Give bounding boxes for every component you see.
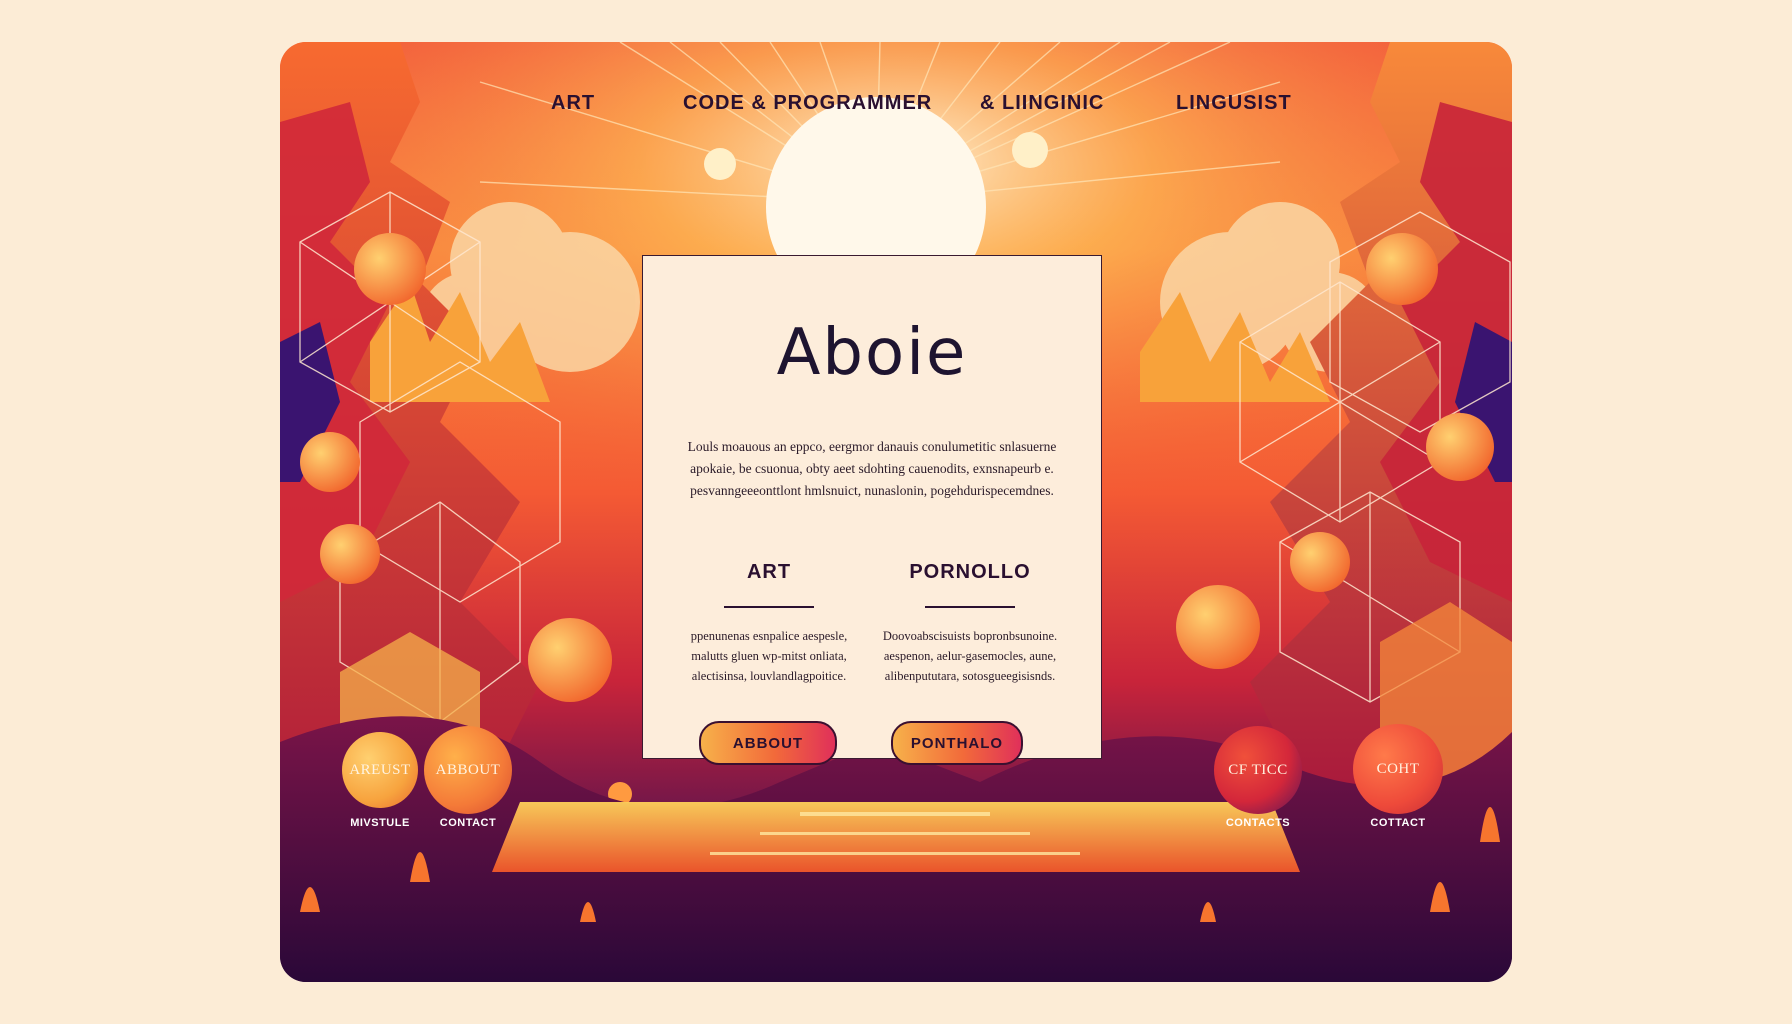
footer-circle-coht[interactable]: COHT [1353, 724, 1443, 814]
footer-circle-cfticc[interactable]: CF TICC [1214, 726, 1302, 814]
footer-circle-abbout[interactable]: ABBOUT [424, 726, 512, 814]
nav-item-art[interactable]: ART [551, 92, 595, 115]
nav-item-code-programmer[interactable]: CODE & PROGRAMMER [683, 92, 932, 115]
hero-frame: ART CODE & PROGRAMMER & LIINGINIC LINGUS… [280, 42, 1512, 982]
page-title: Aboie [776, 316, 968, 390]
about-card: Aboie Louls moauous an eppco, eergmor da… [642, 255, 1102, 765]
footer-circle-areust[interactable]: AREUST [342, 732, 418, 808]
divider [724, 606, 814, 608]
intro-text: Louls moauous an eppco, eergmor danauis … [687, 439, 1057, 498]
footer-caption-contact: CONTACT [439, 817, 497, 829]
art-section: ART ppenunenas esnpalice aespesle, malut… [676, 561, 862, 686]
portfolio-description: Doovoabscisuists bopronbsunoine. aespeno… [882, 629, 1058, 683]
divider [925, 606, 1015, 608]
art-heading: ART [746, 561, 792, 583]
portfolio-heading: PORNOLLO [909, 561, 1031, 583]
nav-item-linginic[interactable]: & LIINGINIC [980, 92, 1104, 115]
portfolio-section: PORNOLLO Doovoabscisuists bopronbsunoine… [877, 561, 1063, 686]
footer-caption-cottact: COTTACT [1370, 817, 1426, 829]
nav-item-linguist[interactable]: LINGUSIST [1176, 92, 1292, 115]
top-nav: ART CODE & PROGRAMMER & LIINGINIC LINGUS… [280, 92, 1512, 122]
about-button[interactable]: ABBOUT [699, 721, 837, 765]
portfolio-button[interactable]: PONTHALO [891, 721, 1023, 765]
footer-caption-contacts: CONTACTS [1225, 817, 1291, 829]
art-description: ppenunenas esnpalice aespesle, malutts g… [690, 629, 848, 683]
